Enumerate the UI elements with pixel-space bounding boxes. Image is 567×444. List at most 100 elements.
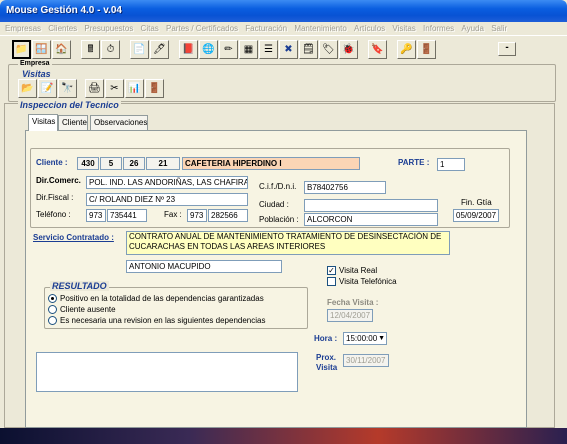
menu-mantenimiento[interactable]: Mantenimiento [294, 22, 346, 36]
dircomerc-field[interactable]: POL. IND. LAS ANDORIÑAS, LAS CHAFIRAS [86, 176, 248, 189]
hora-select[interactable]: 15:00:00 ▼ [343, 332, 387, 345]
cif-field[interactable]: B78402756 [304, 181, 386, 194]
cliente-code-2: 5 [100, 157, 122, 170]
servicio-field: CONTRATO ANUAL DE MANTENIMIENTO TRATAMIE… [126, 231, 450, 255]
bug-icon[interactable]: 🐞 [339, 40, 358, 59]
pencil-icon[interactable]: ✏ [219, 40, 238, 59]
calculator-icon[interactable]: 🖩 [81, 40, 100, 59]
clock-icon[interactable]: ⏱ [101, 40, 120, 59]
menu-ayuda[interactable]: Ayuda [461, 22, 484, 36]
dircomerc-label: Dir.Comerc. [36, 176, 81, 185]
key-icon[interactable]: 🔑 [397, 40, 416, 59]
resultado-title: RESULTADO [50, 281, 109, 291]
list-icon[interactable]: ☰ [259, 40, 278, 59]
tel-prefix-field[interactable]: 973 [86, 209, 106, 222]
tab-visitas[interactable]: Visitas [28, 114, 58, 131]
pen-icon[interactable]: 🖊 [150, 40, 169, 59]
resultado-option-positivo: Positivo en la totalidad de las dependen… [60, 294, 264, 303]
menu-informes[interactable]: Informes [423, 22, 454, 36]
stamp-icon[interactable]: 🏷 [319, 40, 338, 59]
fecha-visita-label: Fecha Visita : [327, 298, 379, 307]
tecnico-field[interactable]: ANTONIO MACUPIDO [126, 260, 282, 273]
desktop-background [0, 428, 567, 444]
document-icon[interactable]: 📄 [130, 40, 149, 59]
menu-bar: Empresas Clientes Presupuestos Citas Par… [0, 22, 567, 36]
window-icon[interactable]: 🪟 [32, 40, 51, 59]
window-title: Mouse Gestión 4.0 - v.04 [6, 5, 122, 16]
minimize-button[interactable]: - [498, 42, 516, 56]
menu-citas[interactable]: Citas [141, 22, 159, 36]
observaciones-textarea[interactable] [36, 352, 298, 392]
visita-telefonica-label: Visita Telefónica [339, 277, 397, 286]
close-x-icon[interactable]: ✖ [279, 40, 298, 59]
menu-clientes[interactable]: Clientes [48, 22, 77, 36]
resultado-option-ausente: Cliente ausente [60, 305, 116, 314]
hora-label: Hora : [314, 334, 338, 343]
visita-real-checkbox[interactable]: ✓ [327, 266, 336, 275]
resultado-radio-ausente[interactable] [48, 305, 57, 314]
print-icon[interactable]: 🖨 [85, 79, 104, 98]
book-icon[interactable]: 📕 [179, 40, 198, 59]
main-toolbar: 📁 🪟 🏠 🖩 ⏱ 📄 🖊 📕 🌐 ✏ ▦ ☰ ✖ 🗒 🏷 🐞 🔖 🔑 🚪 [12, 40, 436, 66]
cliente-code-4: 21 [146, 157, 180, 170]
resultado-radio-revision[interactable] [48, 316, 57, 325]
prox-visita-field[interactable]: 30/11/2007 [343, 354, 389, 367]
menu-articulos[interactable]: Artículos [354, 22, 385, 36]
chevron-down-icon: ▼ [378, 335, 385, 342]
globe-icon[interactable]: 🌐 [199, 40, 218, 59]
binoculars-icon[interactable]: 🔭 [58, 79, 77, 98]
main-window: Mouse Gestión 4.0 - v.04 Empresas Client… [0, 0, 567, 444]
cliente-code-3: 26 [123, 157, 145, 170]
folder-icon[interactable]: 📂 [18, 79, 37, 98]
prox-visita-label: Prox. Visita [316, 353, 338, 372]
tel-number-field[interactable]: 735441 [107, 209, 147, 222]
menu-partes[interactable]: Partes / Certificados [166, 22, 238, 36]
cif-label: C.i.f./D.n.i. [259, 182, 297, 191]
tab-cliente[interactable]: Cliente [58, 115, 88, 130]
fax-number-field[interactable]: 282566 [208, 209, 248, 222]
folder-icon[interactable]: 📁 [12, 40, 31, 59]
visita-real-label: Visita Real [339, 266, 378, 275]
hora-value: 15:00:00 [346, 334, 378, 343]
chart-icon[interactable]: 📊 [125, 79, 144, 98]
exit-icon[interactable]: 🚪 [145, 79, 164, 98]
menu-visitas[interactable]: Visitas [392, 22, 415, 36]
resultado-option-revision: Es necesaria una revision en las siguien… [60, 316, 266, 325]
label-icon[interactable]: 🔖 [368, 40, 387, 59]
parte-field[interactable]: 1 [437, 158, 465, 171]
home-icon[interactable]: 🏠 [52, 40, 71, 59]
fax-prefix-field[interactable]: 973 [187, 209, 207, 222]
cliente-code-1: 430 [77, 157, 99, 170]
telefono-label: Teléfono : [36, 210, 71, 219]
poblacion-label: Población : [259, 215, 299, 224]
notes-icon[interactable]: 🗒 [299, 40, 318, 59]
menu-presupuestos[interactable]: Presupuestos [84, 22, 133, 36]
menu-empresas[interactable]: Empresas [5, 22, 41, 36]
edit-icon[interactable]: 📝 [38, 79, 57, 98]
title-bar: Mouse Gestión 4.0 - v.04 [0, 0, 567, 22]
fecha-visita-field[interactable]: 12/04/2007 [327, 309, 373, 322]
visita-telefonica-checkbox[interactable] [327, 277, 336, 286]
grid-icon[interactable]: ▦ [239, 40, 258, 59]
ciudad-label: Ciudad : [259, 200, 289, 209]
resultado-radio-positivo[interactable] [48, 294, 57, 303]
inspection-title: Inspeccion del Tecnico [18, 100, 121, 110]
cut-icon[interactable]: ✂ [105, 79, 124, 98]
poblacion-field[interactable]: ALCORCON [304, 213, 438, 226]
menu-facturacion[interactable]: Facturación [245, 22, 287, 36]
tab-observaciones[interactable]: Observaciones [90, 115, 148, 130]
menu-salir[interactable]: Salir [491, 22, 507, 36]
dirfiscal-label: Dir.Fiscal : [36, 193, 74, 202]
ciudad-field[interactable] [304, 199, 438, 212]
parte-label: PARTE : [398, 158, 430, 167]
fingtia-label: Fin. Gtía [461, 198, 492, 207]
fingtia-field[interactable]: 05/09/2007 [453, 209, 499, 222]
fax-label: Fax : [164, 210, 182, 219]
empresa-label: Empresa [18, 60, 52, 67]
cliente-label: Cliente : [36, 158, 68, 167]
dirfiscal-field[interactable]: C/ ROLAND DIEZ Nº 23 [86, 193, 248, 206]
cliente-name-field: CAFETERIA HIPERDINO I [182, 157, 360, 170]
visitas-group-title: Visitas [20, 69, 53, 79]
servicio-label[interactable]: Servicio Contratado : [33, 233, 114, 242]
exit-icon[interactable]: 🚪 [417, 40, 436, 59]
